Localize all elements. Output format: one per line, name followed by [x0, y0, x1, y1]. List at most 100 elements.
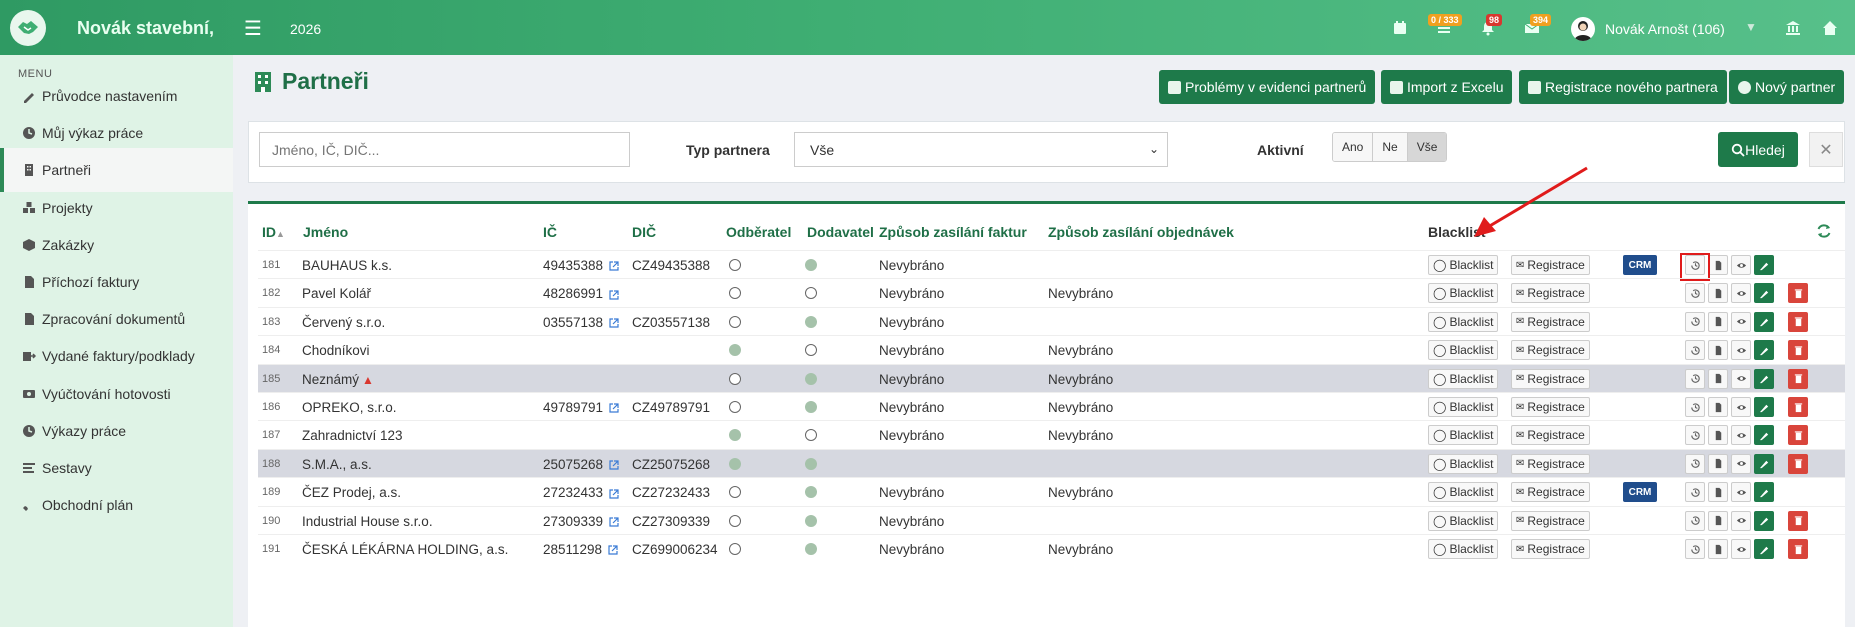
- partner-name[interactable]: S.M.A., a.s.: [302, 457, 372, 472]
- view-button[interactable]: [1731, 397, 1751, 417]
- active-option-no[interactable]: Ne: [1373, 133, 1408, 161]
- blacklist-button[interactable]: ◯ Blacklist: [1428, 311, 1499, 332]
- view-button[interactable]: [1731, 283, 1751, 304]
- edit-button[interactable]: [1754, 368, 1774, 389]
- crm-button[interactable]: CRM: [1623, 482, 1657, 503]
- registration-button[interactable]: ✉ Registrace: [1511, 283, 1590, 304]
- history-button[interactable]: [1685, 368, 1705, 389]
- edit-button[interactable]: [1754, 510, 1774, 531]
- table-row[interactable]: 189 ČEZ Prodej, a.s. 27232433 CZ27232433 Nev…: [258, 477, 1845, 505]
- document-button[interactable]: [1708, 425, 1728, 446]
- edit-button[interactable]: [1754, 255, 1774, 275]
- active-option-all[interactable]: Vše: [1407, 133, 1447, 161]
- edit-button[interactable]: [1754, 425, 1774, 446]
- document-button[interactable]: [1708, 539, 1728, 559]
- history-button[interactable]: [1685, 425, 1705, 446]
- delete-button[interactable]: [1788, 340, 1808, 361]
- view-button[interactable]: [1731, 311, 1751, 332]
- search-button[interactable]: Hledej: [1718, 132, 1798, 167]
- partner-type-select[interactable]: Vše ⌄: [794, 132, 1168, 167]
- partner-name[interactable]: BAUHAUS k.s.: [302, 258, 392, 273]
- registration-button[interactable]: ✉ Registrace: [1511, 539, 1590, 559]
- table-row[interactable]: 185 Neznámý ▲ Nevybráno Nevybráno ◯ Blacklist ✉…: [258, 363, 1845, 392]
- external-link-icon[interactable]: [609, 403, 619, 414]
- registration-button[interactable]: ✉ Registrace: [1511, 368, 1590, 389]
- external-link-icon[interactable]: [608, 545, 618, 556]
- search-input[interactable]: [259, 132, 630, 167]
- table-row[interactable]: 188 S.M.A., a.s. 25075268 CZ25075268 ◯ Blackl…: [258, 448, 1845, 477]
- home-icon[interactable]: [1820, 18, 1840, 38]
- column-header-supplier[interactable]: Dodavatel: [807, 224, 874, 240]
- document-button[interactable]: [1708, 397, 1728, 417]
- partner-name[interactable]: ČEZ Prodej, a.s.: [302, 485, 401, 500]
- external-link-icon[interactable]: [609, 517, 619, 527]
- partner-name[interactable]: Chodníkovi: [302, 343, 370, 358]
- document-button[interactable]: [1708, 255, 1728, 275]
- history-button[interactable]: [1685, 453, 1705, 474]
- document-button[interactable]: [1708, 368, 1728, 389]
- view-button[interactable]: [1731, 453, 1751, 474]
- table-row[interactable]: 186 OPREKO, s.r.o. 49789791 CZ49789791 Nevyb…: [258, 392, 1845, 420]
- partner-name[interactable]: Industrial House s.r.o.: [302, 514, 433, 529]
- history-button[interactable]: [1685, 482, 1705, 503]
- column-header-dic[interactable]: DIČ: [632, 224, 656, 240]
- table-row[interactable]: 181 BAUHAUS k.s. 49435388 CZ49435388 Nevybrá…: [258, 250, 1845, 281]
- delete-button[interactable]: [1788, 397, 1808, 417]
- sidebar-item-obchodní-plán[interactable]: Obchodní plán: [0, 483, 233, 527]
- blacklist-button[interactable]: ◯ Blacklist: [1428, 255, 1499, 275]
- blacklist-button[interactable]: ◯ Blacklist: [1428, 482, 1499, 503]
- refresh-icon[interactable]: [1816, 223, 1832, 239]
- document-button[interactable]: [1708, 453, 1728, 474]
- hamburger-menu-icon[interactable]: ☰: [244, 16, 262, 41]
- history-button[interactable]: [1685, 510, 1705, 531]
- blacklist-button[interactable]: ◯ Blacklist: [1428, 340, 1499, 361]
- registration-button[interactable]: ✉ Registrace: [1511, 453, 1590, 474]
- blacklist-button[interactable]: ◯ Blacklist: [1428, 539, 1499, 559]
- delete-button[interactable]: [1788, 311, 1808, 332]
- blacklist-button[interactable]: ◯ Blacklist: [1428, 397, 1499, 417]
- bank-icon[interactable]: [1783, 18, 1803, 38]
- delete-button[interactable]: [1788, 539, 1808, 559]
- table-row[interactable]: 191 ČESKÁ LÉKÁRNA HOLDING, a.s. 28511298 CZ…: [258, 534, 1845, 562]
- blacklist-button[interactable]: ◯ Blacklist: [1428, 368, 1499, 389]
- edit-button[interactable]: [1754, 311, 1774, 332]
- edit-button[interactable]: [1754, 340, 1774, 361]
- column-header-invoice-delivery[interactable]: Způsob zasílání faktur: [879, 224, 1027, 240]
- view-button[interactable]: [1731, 368, 1751, 389]
- external-link-icon[interactable]: [609, 290, 619, 300]
- import-excel-button[interactable]: Import z Excelu: [1381, 70, 1513, 104]
- blacklist-button[interactable]: ◯ Blacklist: [1428, 453, 1499, 474]
- external-link-icon[interactable]: [609, 489, 619, 499]
- view-button[interactable]: [1731, 425, 1751, 446]
- blacklist-button[interactable]: ◯ Blacklist: [1428, 425, 1499, 446]
- history-button[interactable]: [1685, 397, 1705, 417]
- external-link-icon[interactable]: [609, 460, 619, 470]
- partner-name[interactable]: ČESKÁ LÉKÁRNA HOLDING, a.s.: [302, 542, 508, 557]
- document-button[interactable]: [1708, 311, 1728, 332]
- registration-button[interactable]: ✉ Registrace: [1511, 510, 1590, 531]
- column-header-order-delivery[interactable]: Způsob zasílání objednávek: [1048, 224, 1234, 240]
- view-button[interactable]: [1731, 539, 1751, 559]
- registration-button[interactable]: ✉ Registrace: [1511, 425, 1590, 446]
- new-partner-button[interactable]: Nový partner: [1729, 70, 1845, 104]
- edit-button[interactable]: [1754, 453, 1774, 474]
- user-avatar[interactable]: [1571, 17, 1595, 41]
- calendar-icon[interactable]: [1390, 18, 1410, 38]
- history-button[interactable]: [1685, 311, 1705, 332]
- view-button[interactable]: [1731, 255, 1751, 275]
- registration-button[interactable]: ✉ Registrace: [1511, 255, 1590, 275]
- view-button[interactable]: [1731, 510, 1751, 531]
- partner-name[interactable]: Neznámý ▲: [302, 372, 374, 387]
- edit-button[interactable]: [1754, 283, 1774, 304]
- partner-name[interactable]: OPREKO, s.r.o.: [302, 400, 397, 415]
- delete-button[interactable]: [1788, 368, 1808, 389]
- year-selector[interactable]: 2026: [290, 21, 321, 37]
- external-link-icon[interactable]: [609, 261, 619, 272]
- active-option-yes[interactable]: Ano: [1333, 133, 1374, 161]
- handshake-logo-icon[interactable]: [10, 10, 46, 46]
- table-row[interactable]: 182 Pavel Kolář 48286991 Nevybráno Nevybráno…: [258, 278, 1845, 306]
- blacklist-button[interactable]: ◯ Blacklist: [1428, 510, 1499, 531]
- table-row[interactable]: 190 Industrial House s.r.o. 27309339 CZ2730…: [258, 505, 1845, 534]
- column-header-ic[interactable]: IČ: [543, 224, 557, 240]
- history-button[interactable]: [1685, 539, 1705, 559]
